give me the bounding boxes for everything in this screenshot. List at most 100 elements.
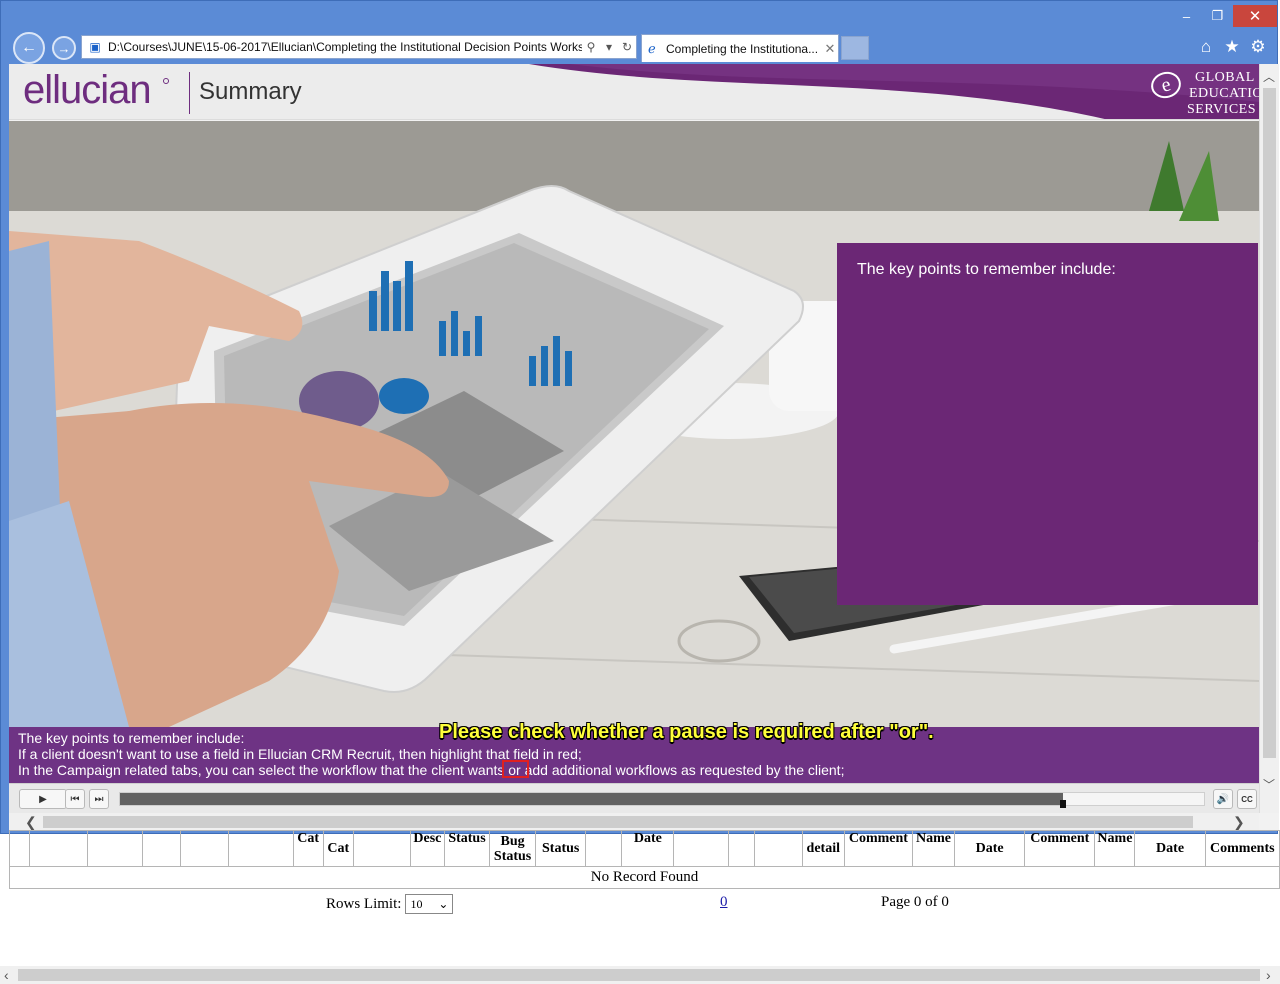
horizontal-scrollbar[interactable]: ❮ ❯ <box>9 813 1259 831</box>
global-education-services-logo: e GLOBAL EDUCATION SERVICES <box>1148 68 1259 117</box>
table-header-cell: Status <box>535 830 587 867</box>
forward-button[interactable]: → <box>52 36 76 60</box>
table-header-cell <box>142 830 182 867</box>
table-header-cell: Cat <box>322 830 354 867</box>
next-slide-button[interactable]: ⏭ <box>89 789 109 809</box>
tab-title: Completing the Institutiona... <box>666 41 819 56</box>
table-header-cell <box>180 830 230 867</box>
volume-icon[interactable]: 🔊 <box>1213 789 1233 809</box>
player-controls: ▶ ⏮ ⏭ 🔊 CC <box>9 783 1259 813</box>
gear-icon[interactable]: ⚙ <box>1249 37 1267 57</box>
navigation-bar: ← → ▣ D:\Courses\JUNE\15-06-2017\Ellucia… <box>1 31 1277 64</box>
scroll-right-icon[interactable]: ❯ <box>1233 814 1245 831</box>
course-player: ellucian Summary e GLOBAL EDUCATION SERV… <box>9 64 1279 831</box>
address-text[interactable]: D:\Courses\JUNE\15-06-2017\Ellucian\Comp… <box>104 40 582 54</box>
progress-fill <box>120 793 1064 805</box>
table-header-cell: Cat <box>292 830 324 867</box>
table-header-cell: Date <box>1134 830 1206 867</box>
no-record-cell: No Record Found <box>9 866 1280 889</box>
table-header-cell <box>673 830 729 867</box>
progress-handle[interactable] <box>1060 800 1067 808</box>
previous-slide-button[interactable]: ⏮ <box>65 789 85 809</box>
tab-active[interactable]: ℯ Completing the Institutiona... ✕ <box>641 34 839 62</box>
ie-logo-icon: ℯ <box>648 40 656 56</box>
page-info: Page 0 of 0 <box>881 894 949 910</box>
review-note: Please check whether a pause is required… <box>439 721 934 743</box>
chevron-down-icon: ⌄ <box>438 896 449 911</box>
progress-bar[interactable] <box>119 792 1205 808</box>
page-horizontal-scroll-thumb[interactable] <box>18 969 1260 981</box>
browser-toolbar: ⌂ ★ ⚙ <box>1197 37 1267 57</box>
scroll-left-icon[interactable]: ‹ <box>4 967 9 983</box>
scroll-up-icon[interactable]: ︿ <box>1263 68 1275 85</box>
rows-limit-value: 10 <box>410 896 423 911</box>
horizontal-scroll-thumb[interactable] <box>43 816 1193 828</box>
table-header-cell <box>228 830 294 867</box>
scroll-right-icon[interactable]: › <box>1266 967 1271 983</box>
review-highlight-box <box>502 760 529 778</box>
ellucian-logo-mark <box>163 78 169 84</box>
close-window-button[interactable]: ✕ <box>1233 5 1277 27</box>
table-header-cell <box>352 830 411 867</box>
table-header-cell <box>585 830 623 867</box>
ges-logo-line3: SERVICES <box>1187 102 1257 117</box>
closed-captions-button[interactable]: CC <box>1237 789 1257 809</box>
ges-e-icon: e <box>1148 68 1184 102</box>
table-header-cell: Status <box>443 830 491 867</box>
caption-line: In the Campaign related tabs, you can se… <box>18 762 845 778</box>
back-button[interactable]: ← <box>13 32 45 64</box>
slide-photo: The key points to remember include: <box>9 121 1259 727</box>
table-header-cell: Bug Status <box>489 830 537 867</box>
table-header-cell: Desc <box>409 830 445 867</box>
caption-bar: The key points to remember include: If a… <box>9 721 1259 783</box>
header-divider <box>189 72 190 114</box>
table-row: No Record Found <box>9 866 1280 889</box>
page-icon: ▣ <box>89 40 101 54</box>
key-points-panel: The key points to remember include: <box>837 243 1258 605</box>
window-controls: – ❐ ✕ <box>1171 5 1277 27</box>
scroll-down-icon[interactable]: ﹀ <box>1263 776 1275 793</box>
page-horizontal-scrollbar[interactable]: ‹ › <box>0 966 1280 984</box>
home-icon[interactable]: ⌂ <box>1197 37 1215 57</box>
table-header-cell: Name <box>1094 830 1136 867</box>
tab-close-icon[interactable]: ✕ <box>822 41 838 57</box>
new-tab-button[interactable] <box>841 36 869 60</box>
bug-table: Cat Cat Desc Status Bug Status Status Date deta… <box>8 830 1280 889</box>
table-header-cell <box>87 830 144 867</box>
key-points-heading: The key points to remember include: <box>857 261 1116 278</box>
table-header-cell: Comments <box>1204 830 1280 867</box>
browser-window: – ❐ ✕ ← → ▣ D:\Courses\JUNE\15-06-2017\E… <box>0 0 1279 834</box>
table-header-cell: Date <box>954 830 1026 867</box>
search-icon[interactable]: ⚲ <box>582 40 600 54</box>
page-link[interactable]: 0 <box>720 894 728 911</box>
ges-logo-line2: EDUCATION <box>1189 86 1259 101</box>
rows-limit-select[interactable]: 10 ⌄ <box>405 894 454 914</box>
ellucian-logo: ellucian <box>23 68 152 112</box>
restore-button[interactable]: ❐ <box>1202 5 1233 27</box>
address-bar[interactable]: ▣ D:\Courses\JUNE\15-06-2017\Ellucian\Co… <box>81 35 637 59</box>
vertical-scrollbar[interactable]: ︿ ﹀ <box>1259 64 1279 813</box>
table-header-cell <box>29 830 89 867</box>
ges-logo-line1: GLOBAL <box>1195 70 1255 85</box>
table-header-cell: Date <box>621 830 675 867</box>
dropdown-arrow-icon[interactable]: ▾ <box>600 40 618 54</box>
star-icon[interactable]: ★ <box>1223 37 1241 57</box>
refresh-icon[interactable]: ↻ <box>618 40 636 54</box>
minimize-button[interactable]: – <box>1171 5 1202 27</box>
course-header: ellucian Summary e GLOBAL EDUCATION SERV… <box>9 64 1259 120</box>
table-header-cell <box>8 830 31 867</box>
table-header-row: Cat Cat Desc Status Bug Status Status Date deta… <box>8 830 1280 867</box>
caption-line: The key points to remember include: <box>18 730 245 746</box>
slide-title: Summary <box>199 78 302 105</box>
table-header-cell: Comment <box>843 830 913 867</box>
table-header-cell <box>753 830 803 867</box>
vertical-scroll-thumb[interactable] <box>1263 88 1276 758</box>
table-header-cell: detail <box>801 830 845 867</box>
scroll-left-icon[interactable]: ❮ <box>25 814 37 831</box>
header-swoosh <box>529 64 1259 119</box>
caption-line: If a client doesn't want to use a field … <box>18 746 582 762</box>
rows-limit-label: Rows Limit: <box>326 895 402 912</box>
page: – ❐ ✕ ← → ▣ D:\Courses\JUNE\15-06-2017\E… <box>0 0 1280 984</box>
table-header-cell: Name <box>911 830 956 867</box>
play-button[interactable]: ▶ <box>19 789 67 809</box>
